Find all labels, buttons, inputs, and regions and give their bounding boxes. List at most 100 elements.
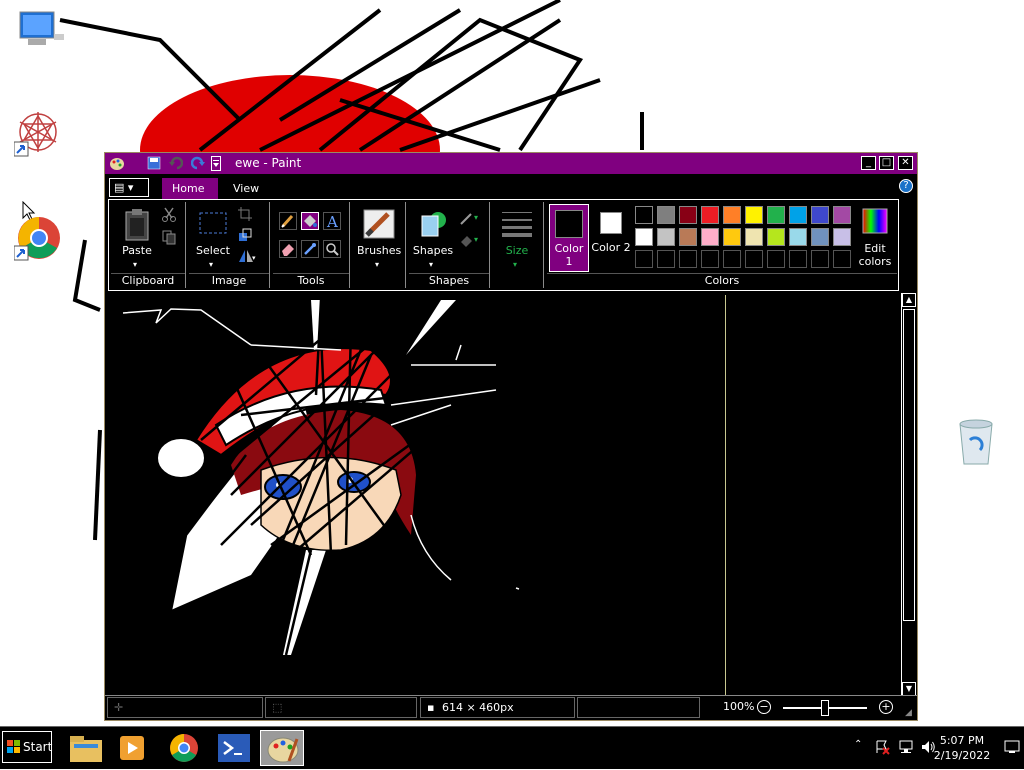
tools-group-label: Tools [273, 273, 349, 288]
vertical-scrollbar[interactable]: ▲ ▼ [901, 293, 917, 696]
chrome-shortcut-icon[interactable] [13, 214, 64, 264]
taskbar-media-player-icon[interactable] [110, 730, 154, 766]
palette-swatch[interactable] [635, 228, 653, 246]
zoom-slider-thumb[interactable] [821, 700, 829, 716]
paste-button[interactable]: Paste ▾ [115, 206, 159, 272]
title-bar[interactable]: ewe - Paint _ □ ✕ [105, 153, 917, 175]
shapes-button[interactable]: Shapes ▾ [411, 206, 455, 272]
recycle-bin-icon[interactable] [954, 416, 1004, 466]
taskbar-paint-icon[interactable] [260, 730, 304, 766]
fill-shape-icon[interactable]: ▾ [459, 232, 483, 250]
palette-custom-slot[interactable] [833, 250, 851, 268]
edit-colors-button[interactable]: Edit colors [855, 206, 895, 272]
customize-quick-access-button[interactable] [211, 156, 221, 171]
start-button[interactable]: Start [2, 731, 52, 763]
snowflake-shortcut-icon[interactable] [13, 108, 64, 158]
resize-icon[interactable] [237, 227, 255, 245]
palette-swatch[interactable] [767, 206, 785, 224]
palette-custom-slot[interactable] [789, 250, 807, 268]
windows-logo-icon [7, 740, 20, 753]
cut-icon[interactable] [161, 206, 179, 224]
palette-swatch[interactable] [767, 228, 785, 246]
status-bar: ✛ ⬚ ▪ 614 × 460px 100% − + ◢ [105, 695, 917, 720]
color2-swatch [600, 212, 622, 234]
crop-icon[interactable] [237, 206, 255, 224]
save-icon[interactable] [147, 156, 163, 171]
palette-swatch[interactable] [701, 228, 719, 246]
magnifier-icon[interactable] [323, 240, 341, 258]
tray-network-icon[interactable] [898, 739, 914, 755]
minimize-button[interactable]: _ [861, 156, 876, 170]
palette-custom-slot[interactable] [745, 250, 763, 268]
color1-button[interactable]: Color 1 [549, 204, 589, 272]
palette-custom-slot[interactable] [635, 250, 653, 268]
outline-icon[interactable]: ▾ [459, 210, 483, 228]
scroll-up-icon[interactable]: ▲ [902, 293, 916, 307]
palette-custom-slot[interactable] [701, 250, 719, 268]
palette-swatch[interactable] [701, 206, 719, 224]
shapes-label: Shapes [412, 244, 454, 257]
palette-custom-slot[interactable] [657, 250, 675, 268]
size-button[interactable]: Size ▾ [495, 206, 539, 272]
palette-swatch[interactable] [833, 228, 851, 246]
tab-file[interactable]: ▤ ▾ [109, 178, 149, 197]
drawing-canvas[interactable] [111, 295, 726, 695]
paste-dropdown-icon: ▾ [133, 260, 138, 269]
select-label: Select [196, 244, 230, 257]
brushes-button[interactable]: Brushes ▾ [357, 206, 401, 272]
undo-icon[interactable] [169, 156, 185, 171]
help-button[interactable]: ? [899, 179, 913, 193]
scroll-down-icon[interactable]: ▼ [902, 682, 916, 696]
palette-swatch[interactable] [789, 228, 807, 246]
tray-show-hidden-icon[interactable]: ⌃ [854, 739, 870, 755]
palette-custom-slot[interactable] [767, 250, 785, 268]
scroll-thumb[interactable] [903, 309, 915, 621]
maximize-button[interactable]: □ [879, 156, 894, 170]
tab-home[interactable]: Home [162, 178, 218, 199]
tray-action-center-icon[interactable] [874, 739, 890, 755]
color1-label: Color 1 [554, 242, 584, 268]
rotate-icon[interactable]: ▾ [237, 248, 256, 266]
paint-app-icon[interactable] [109, 156, 125, 171]
palette-swatch[interactable] [789, 206, 807, 224]
palette-swatch[interactable] [657, 228, 675, 246]
edit-colors-label: Edit colors [858, 242, 892, 268]
clock[interactable]: 5:07 PM 2/19/2022 [932, 733, 992, 763]
taskbar-powershell-icon[interactable] [212, 730, 256, 766]
copy-icon[interactable] [161, 229, 179, 247]
group-size: Size ▾ [493, 202, 544, 288]
palette-swatch[interactable] [723, 206, 741, 224]
color2-button[interactable]: Color 2 [591, 204, 631, 272]
palette-custom-slot[interactable] [679, 250, 697, 268]
palette-swatch[interactable] [811, 206, 829, 224]
redo-icon[interactable] [190, 156, 207, 171]
select-button[interactable]: Select ▾ [191, 206, 235, 272]
palette-swatch[interactable] [745, 206, 763, 224]
palette-custom-slot[interactable] [811, 250, 829, 268]
pencil-icon[interactable] [279, 212, 297, 230]
palette-swatch[interactable] [723, 228, 741, 246]
color-picker-icon[interactable] [301, 240, 319, 258]
palette-swatch[interactable] [833, 206, 851, 224]
palette-swatch[interactable] [657, 206, 675, 224]
palette-swatch[interactable] [679, 228, 697, 246]
taskbar-file-explorer-icon[interactable] [64, 730, 108, 766]
taskbar-chrome-icon[interactable] [162, 730, 206, 766]
palette-swatch[interactable] [679, 206, 697, 224]
palette-swatch[interactable] [635, 206, 653, 224]
palette-swatch[interactable] [745, 228, 763, 246]
tray-notification-icon[interactable] [1004, 739, 1020, 755]
eraser-icon[interactable] [279, 240, 297, 258]
close-button[interactable]: ✕ [898, 156, 913, 170]
palette-swatch[interactable] [811, 228, 829, 246]
zoom-in-icon[interactable]: + [879, 700, 893, 714]
computer-icon[interactable] [14, 8, 72, 58]
text-icon[interactable]: A [323, 212, 341, 231]
resize-grip-icon[interactable]: ◢ [905, 708, 915, 718]
palette-custom-slot[interactable] [723, 250, 741, 268]
fill-icon[interactable] [301, 212, 319, 230]
tab-view[interactable]: View [223, 178, 269, 199]
svg-text:▾: ▾ [474, 213, 478, 222]
zoom-out-icon[interactable]: − [757, 700, 771, 714]
group-clipboard: Paste ▾ Clipboard [111, 202, 186, 288]
